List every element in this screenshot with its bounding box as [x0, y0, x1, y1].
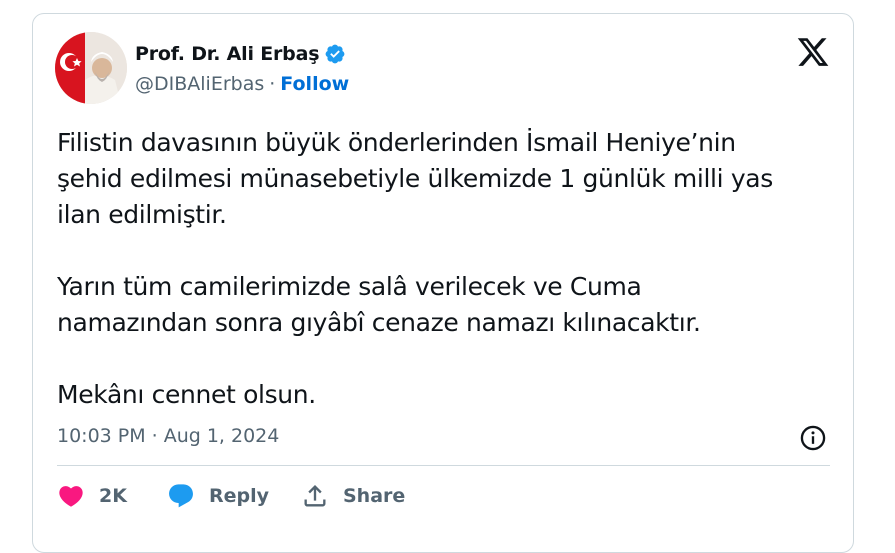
avatar[interactable] — [55, 32, 127, 104]
text-line: ilan edilmiştir. — [57, 200, 227, 229]
share-upload-icon — [304, 485, 326, 507]
tweet-time: 10:03 PM — [57, 425, 146, 447]
handle-separator: · — [269, 73, 276, 95]
reply-label: Reply — [209, 485, 270, 507]
like-button[interactable]: 2K — [57, 482, 167, 510]
tweet-paragraph-3: Mekânı cennet olsun. — [57, 377, 827, 413]
tweet-timestamp[interactable]: 10:03 PM · Aug 1, 2024 — [57, 425, 279, 447]
timestamp-separator: · — [151, 425, 158, 447]
divider — [57, 465, 830, 466]
text-line: Yarın tüm camilerimizde salâ verilecek v… — [57, 272, 642, 301]
text-line: namazından sonra gıyâbî cenaze namazı kı… — [57, 308, 701, 337]
like-count: 2K — [99, 485, 127, 507]
text-line: şehid edilmesi münasebetiyle ülkemizde 1… — [57, 164, 773, 193]
text-line: Filistin davasının büyük önderlerinden İ… — [57, 128, 736, 157]
author-name-row: Prof. Dr. Ali Erbaş — [135, 40, 346, 68]
tweet-paragraph-2: Yarın tüm camilerimizde salâ verilecek v… — [57, 269, 827, 341]
x-logo-icon[interactable] — [796, 35, 830, 69]
tweet-date: Aug 1, 2024 — [163, 425, 280, 447]
info-icon[interactable] — [799, 424, 827, 452]
author-handle[interactable]: @DIBAliErbas — [135, 73, 264, 95]
reply-button[interactable]: Reply — [167, 482, 301, 510]
follow-button[interactable]: Follow — [280, 73, 349, 95]
verified-badge-icon — [324, 43, 346, 65]
avatar-image — [55, 32, 127, 104]
tweet-card: Prof. Dr. Ali Erbaş @DIBAliErbas · Follo… — [32, 13, 854, 553]
text-line: Mekânı cennet olsun. — [57, 380, 316, 409]
author-display-name[interactable]: Prof. Dr. Ali Erbaş — [135, 43, 320, 65]
tweet-text: Filistin davasının büyük önderlerinden İ… — [57, 125, 827, 413]
reply-bubble-icon — [169, 484, 193, 508]
tweet-paragraph-1: Filistin davasının büyük önderlerinden İ… — [57, 125, 827, 233]
share-button[interactable]: Share — [301, 482, 405, 510]
action-bar: 2K Reply Share — [57, 482, 405, 510]
heart-icon — [59, 486, 83, 507]
share-label: Share — [343, 485, 406, 507]
author-handle-row: @DIBAliErbas · Follow — [135, 73, 349, 95]
